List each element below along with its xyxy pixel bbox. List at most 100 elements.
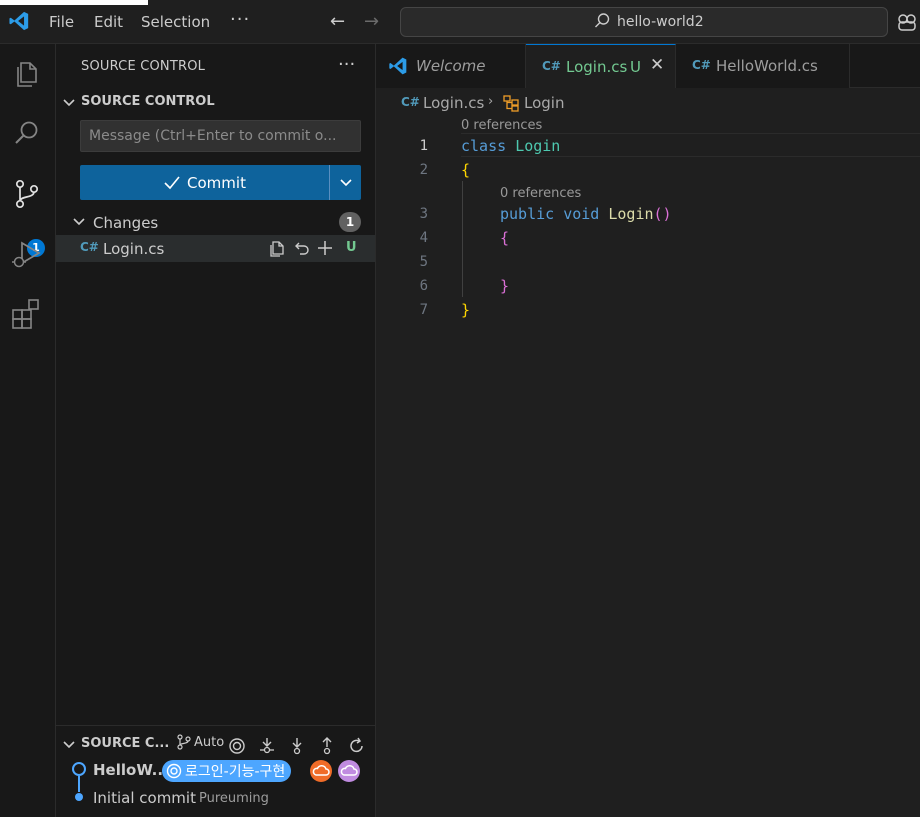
csharp-file-icon: C# bbox=[401, 95, 420, 109]
refresh-icon[interactable] bbox=[348, 737, 366, 755]
class-name: Login bbox=[515, 137, 561, 155]
chevron-down-icon bbox=[73, 218, 85, 226]
commit-dropdown-button[interactable] bbox=[329, 165, 361, 200]
check-icon bbox=[164, 175, 180, 189]
push-icon[interactable] bbox=[318, 737, 336, 755]
class-symbol-icon bbox=[503, 95, 519, 112]
keyword: void bbox=[563, 205, 600, 223]
brace: } bbox=[500, 277, 510, 295]
branch-badge: 로그인-기능-구현 bbox=[162, 760, 292, 782]
csharp-file-icon: C# bbox=[542, 59, 561, 73]
auto-branch-selector[interactable]: Auto bbox=[176, 734, 224, 750]
section-title: SOURCE CONTROL bbox=[81, 94, 215, 109]
graph-header[interactable]: SOURCE C... Auto bbox=[62, 733, 372, 755]
changed-file-item[interactable]: C# Login.cs U bbox=[56, 235, 375, 262]
csharp-file-icon: C# bbox=[80, 240, 99, 254]
close-icon[interactable]: ✕ bbox=[650, 55, 664, 75]
tab-label: Login.cs bbox=[566, 58, 628, 76]
chevron-down-icon bbox=[63, 99, 75, 107]
line-number: 2 bbox=[419, 162, 428, 178]
search-icon bbox=[595, 13, 610, 28]
branch-name: 로그인-기능-구현 bbox=[185, 764, 286, 780]
target-icon[interactable] bbox=[228, 737, 246, 755]
code-line: 2 { bbox=[376, 158, 920, 182]
changes-group-header[interactable]: Changes 1 bbox=[66, 211, 366, 233]
discard-changes-icon[interactable] bbox=[292, 239, 310, 257]
chevron-right-icon: › bbox=[488, 94, 494, 109]
vscode-logo-icon bbox=[389, 57, 407, 75]
title-bar: File Edit Selection ··· ← → hello-world2 bbox=[0, 0, 920, 44]
line-number: 1 bbox=[419, 138, 428, 154]
keyword: public bbox=[500, 205, 555, 223]
graph-title: SOURCE C... bbox=[81, 736, 170, 751]
line-number: 6 bbox=[419, 278, 428, 294]
source-control-graph: SOURCE C... Auto HelloW... 로그인-기능-구현 Ini… bbox=[56, 725, 375, 817]
source-control-icon[interactable] bbox=[10, 177, 44, 211]
tab-login-cs[interactable]: C# Login.cs U ✕ bbox=[526, 44, 676, 88]
method-name: Login bbox=[608, 205, 654, 223]
upstream-cloud-icon bbox=[338, 760, 360, 782]
commit-node bbox=[75, 793, 83, 801]
commit-button[interactable]: Commit bbox=[80, 165, 329, 200]
tab-welcome[interactable]: Welcome bbox=[376, 44, 526, 88]
graph-commit-row[interactable]: Initial commit Pureuming bbox=[72, 788, 372, 810]
source-control-sidebar: SOURCE CONTROL ··· SOURCE CONTROL Commit… bbox=[56, 44, 376, 817]
chevron-down-icon bbox=[339, 178, 352, 186]
graph-commit-row[interactable]: HelloW... 로그인-기능-구현 bbox=[72, 760, 372, 792]
copilot-icon[interactable] bbox=[896, 12, 918, 32]
code-line: 5 bbox=[376, 250, 920, 274]
search-view-icon[interactable] bbox=[10, 116, 44, 150]
code-line: 6 } bbox=[376, 274, 920, 298]
sidebar-more-button[interactable]: ··· bbox=[338, 54, 355, 75]
untracked-status: U bbox=[346, 240, 357, 255]
tab-status: U bbox=[630, 58, 641, 76]
line-number: 7 bbox=[419, 302, 428, 318]
run-debug-icon[interactable] bbox=[10, 237, 44, 271]
vscode-logo-icon bbox=[9, 11, 29, 31]
menu-selection[interactable]: Selection bbox=[141, 13, 210, 31]
line-number: 5 bbox=[419, 254, 428, 270]
codelens-references[interactable]: 0 references bbox=[500, 186, 581, 201]
csharp-file-icon: C# bbox=[692, 58, 711, 72]
fetch-icon[interactable] bbox=[258, 737, 276, 755]
menu-file[interactable]: File bbox=[49, 13, 74, 31]
code-editor[interactable]: 0 references 1 class Login 2 { 0 referen… bbox=[376, 116, 920, 817]
commit-author: Pureuming bbox=[199, 791, 269, 806]
extensions-icon[interactable] bbox=[10, 297, 44, 331]
title-strip bbox=[0, 0, 148, 5]
changes-count-badge: 1 bbox=[339, 212, 361, 232]
remote-cloud-icon bbox=[310, 760, 332, 782]
open-file-icon[interactable] bbox=[268, 239, 286, 257]
forward-arrow-icon[interactable]: → bbox=[364, 11, 379, 32]
stage-changes-icon[interactable] bbox=[316, 239, 334, 257]
commit-node bbox=[72, 762, 86, 776]
editor-tabs: Welcome C# Login.cs U ✕ C# HelloWorld.cs bbox=[376, 44, 920, 88]
branch-icon bbox=[177, 734, 191, 750]
sidebar-title: SOURCE CONTROL bbox=[81, 59, 206, 74]
command-center-search[interactable]: hello-world2 bbox=[400, 7, 888, 37]
codelens-references[interactable]: 0 references bbox=[461, 118, 542, 133]
tab-helloworld-cs[interactable]: C# HelloWorld.cs bbox=[676, 44, 850, 88]
changed-file-name: Login.cs bbox=[103, 240, 165, 258]
changes-label: Changes bbox=[93, 214, 159, 232]
breadcrumb-file[interactable]: Login.cs bbox=[423, 94, 484, 112]
tab-label: HelloWorld.cs bbox=[716, 57, 818, 75]
commit-label: Commit bbox=[187, 173, 246, 192]
menu-edit[interactable]: Edit bbox=[94, 13, 123, 31]
brace: } bbox=[461, 301, 471, 319]
explorer-icon[interactable] bbox=[10, 57, 44, 91]
commit-message-input[interactable] bbox=[80, 120, 361, 152]
parens: () bbox=[653, 205, 672, 223]
menu-more[interactable]: ··· bbox=[230, 9, 250, 30]
target-icon bbox=[166, 763, 182, 779]
back-arrow-icon[interactable]: ← bbox=[330, 11, 345, 32]
commit-message: HelloW... bbox=[93, 761, 169, 779]
search-text: hello-world2 bbox=[617, 14, 704, 30]
source-control-section-header[interactable]: SOURCE CONTROL bbox=[62, 92, 372, 114]
activity-bar: 1 bbox=[0, 44, 56, 817]
pull-icon[interactable] bbox=[288, 737, 306, 755]
code-line: 4 { bbox=[376, 226, 920, 250]
breadcrumb-symbol[interactable]: Login bbox=[524, 94, 564, 112]
commit-message: Initial commit bbox=[93, 789, 196, 807]
brace: { bbox=[461, 161, 471, 179]
